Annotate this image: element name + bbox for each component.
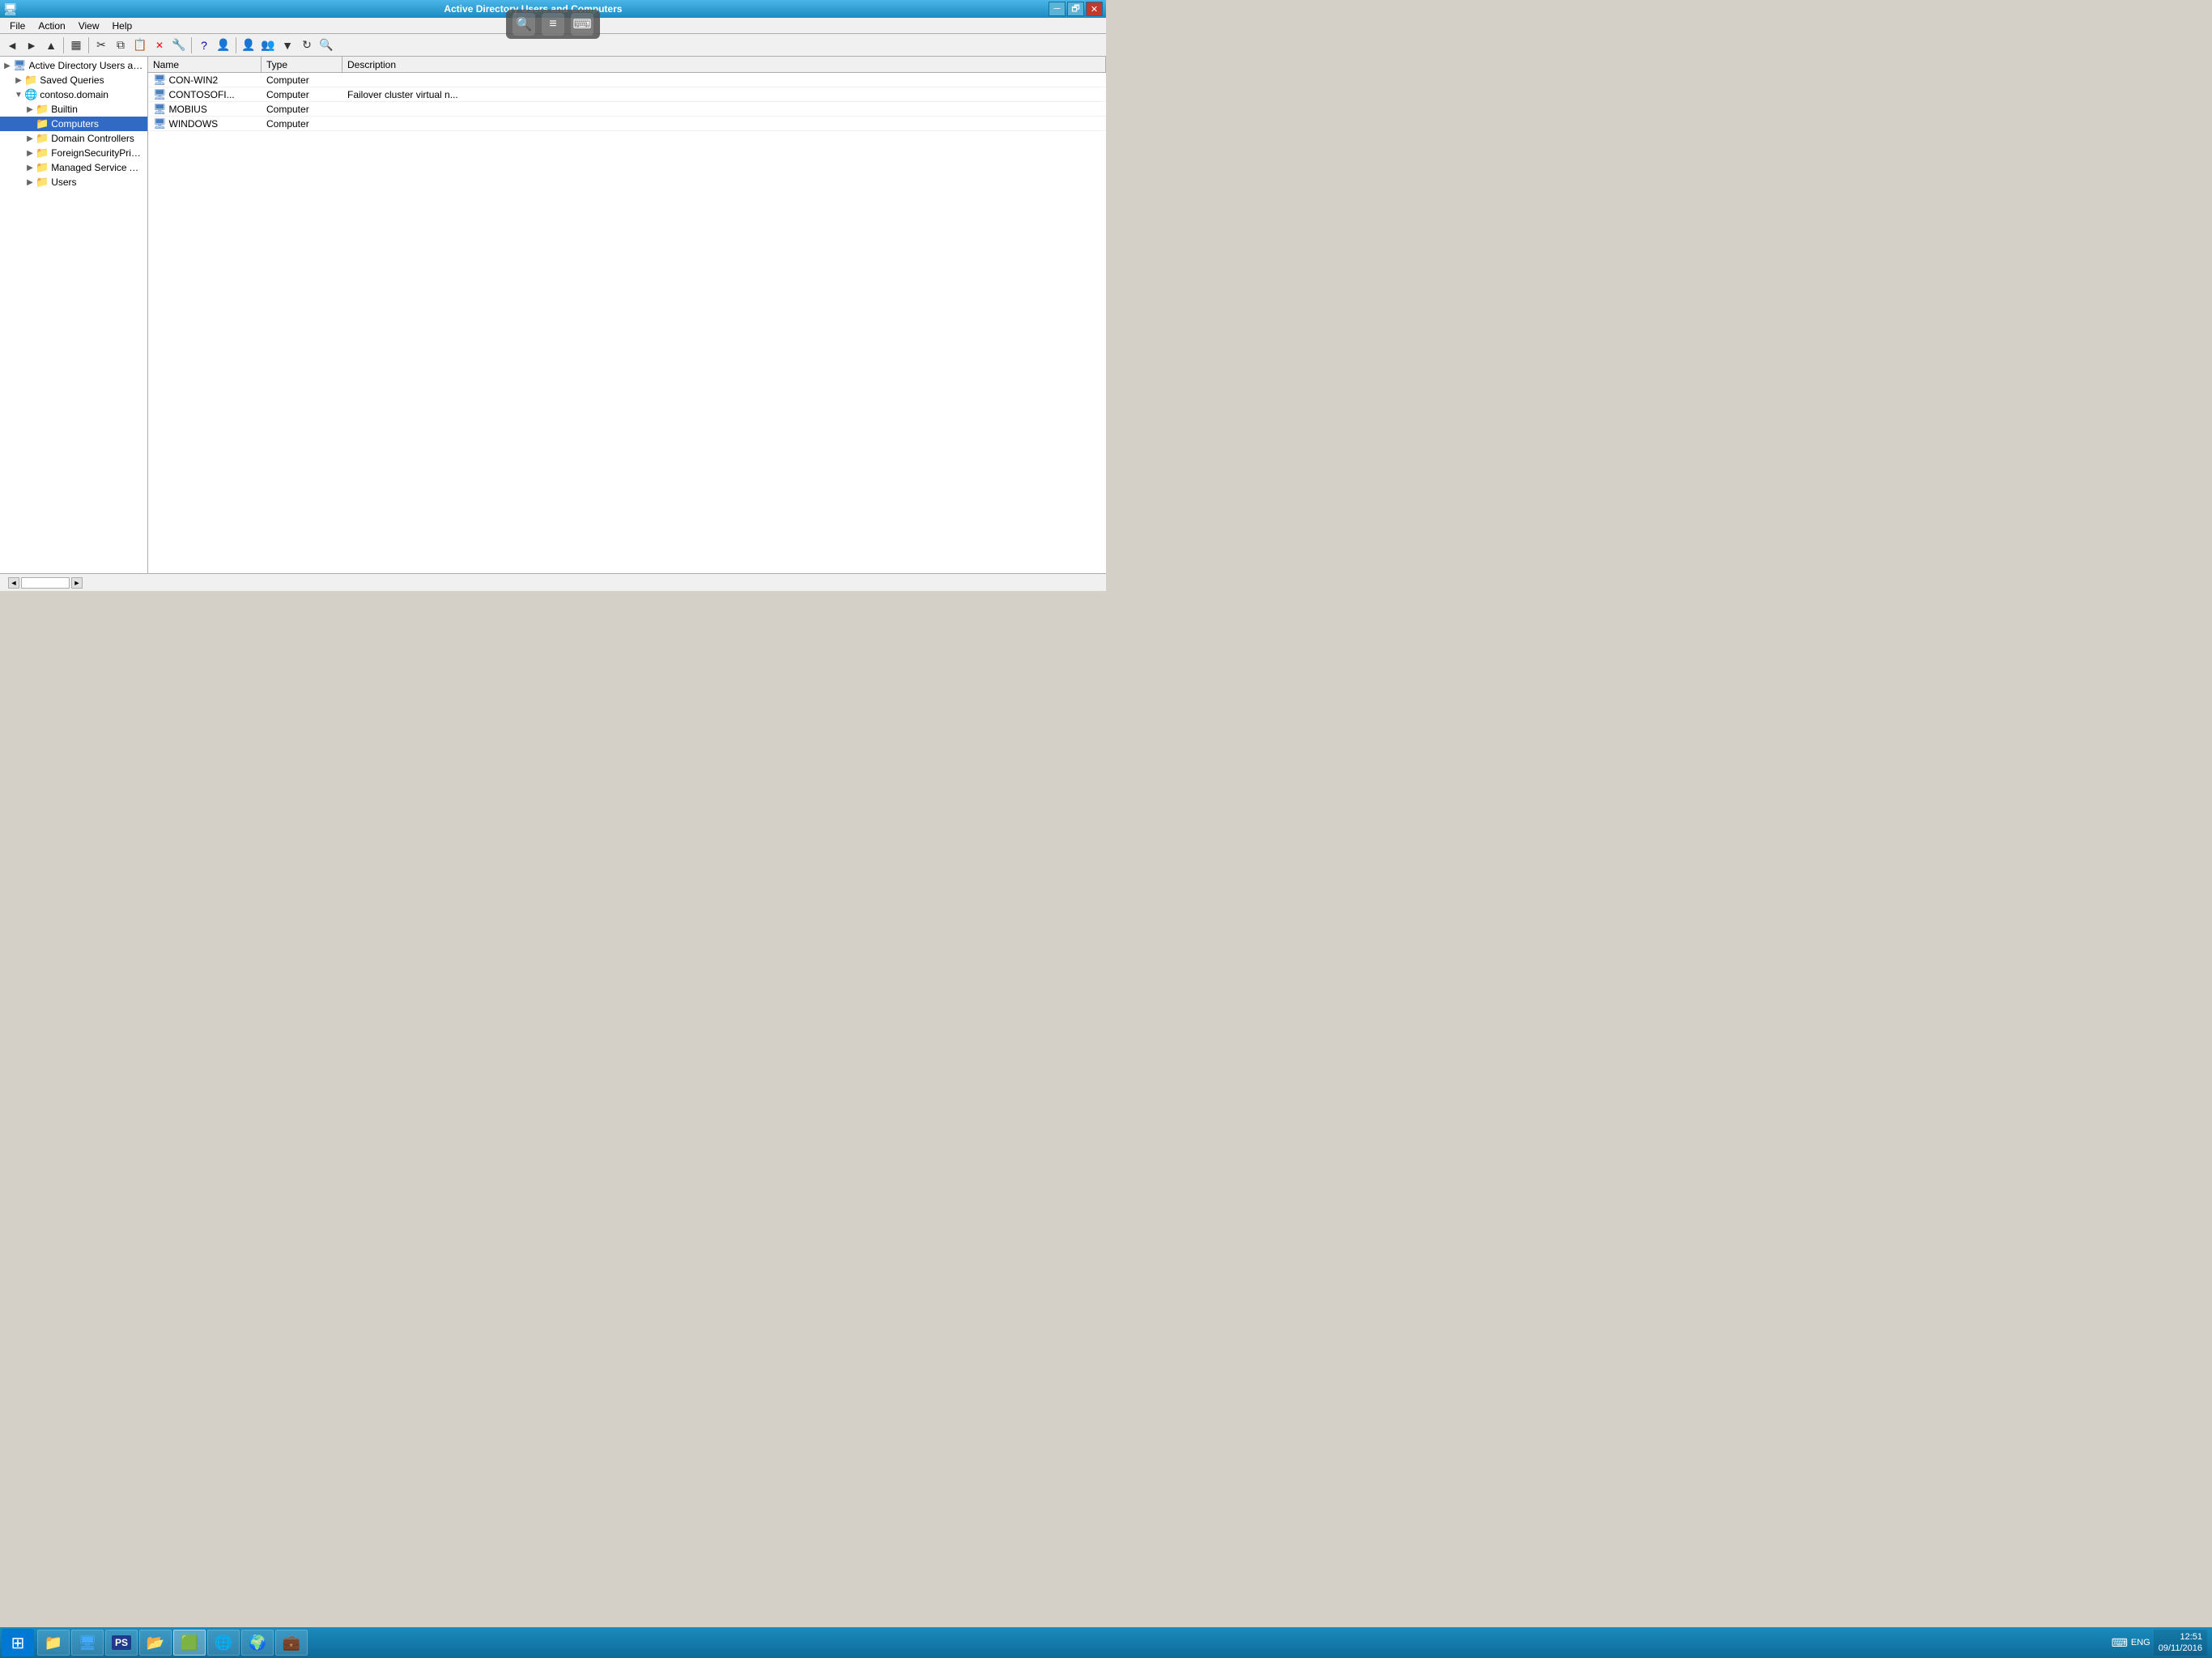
- expand-root: ▶: [2, 62, 13, 70]
- tree-item-computers[interactable]: 📁 Computers: [0, 117, 147, 131]
- toolbar-sep-2: [88, 37, 89, 53]
- toolbar-sep-3: [191, 37, 192, 53]
- cell-description: Failover cluster virtual n...: [342, 89, 1106, 100]
- delegate-button[interactable]: 👤: [215, 36, 232, 54]
- cell-type: Computer: [262, 104, 342, 115]
- domain-controllers-icon: 📁: [36, 132, 49, 145]
- tree-label-computers: Computers: [51, 118, 99, 130]
- menu-file[interactable]: File: [3, 19, 32, 33]
- status-bar: ◄ ►: [0, 573, 1106, 591]
- toolbar-sep-1: [63, 37, 64, 53]
- saved-queries-icon: 📁: [24, 74, 37, 87]
- forward-button[interactable]: ►: [23, 36, 40, 54]
- col-header-name[interactable]: Name: [148, 57, 262, 72]
- show-standard-button[interactable]: ▦: [67, 36, 85, 54]
- new-user-button[interactable]: 👤: [240, 36, 257, 54]
- tree-item-contoso[interactable]: ▼ 🌐 contoso.domain: [0, 87, 147, 102]
- cell-name: 🖥 WINDOWS: [148, 117, 262, 130]
- new-group-button[interactable]: 👥: [259, 36, 277, 54]
- zoom-search-btn[interactable]: 🔍: [513, 13, 535, 36]
- expand-domain-controllers: ▶: [24, 134, 36, 143]
- col-header-description[interactable]: Description: [342, 57, 1106, 72]
- close-button[interactable]: ✕: [1086, 2, 1103, 16]
- minimize-button[interactable]: ─: [1049, 2, 1066, 16]
- tree-item-users[interactable]: ▶ 📁 Users: [0, 175, 147, 189]
- restore-button[interactable]: 🗗: [1067, 2, 1084, 16]
- cut-button[interactable]: ✂: [92, 36, 110, 54]
- copy-button[interactable]: ⧉: [112, 36, 130, 54]
- delete-button[interactable]: ✕: [151, 36, 168, 54]
- zoom-keyboard-btn[interactable]: ⌨: [571, 13, 593, 36]
- tree-label-domain-controllers: Domain Controllers: [51, 133, 134, 144]
- expand-users: ▶: [24, 178, 36, 187]
- up-button[interactable]: ▲: [42, 36, 60, 54]
- window-controls: ─ 🗗 ✕: [1049, 2, 1103, 16]
- menu-help[interactable]: Help: [106, 19, 139, 33]
- tree-label-root: Active Directory Users and Com: [29, 60, 144, 71]
- paste-button[interactable]: 📋: [131, 36, 149, 54]
- cell-name: 🖥 MOBIUS: [148, 103, 262, 116]
- computers-icon: 📁: [36, 117, 49, 130]
- expand-contoso: ▼: [13, 91, 24, 100]
- tree-label-users: Users: [51, 176, 76, 188]
- menu-view[interactable]: View: [72, 19, 106, 33]
- expand-saved-queries: ▶: [13, 76, 24, 85]
- table-row[interactable]: 🖥 CON-WIN2 Computer: [148, 73, 1106, 87]
- scroll-left-btn[interactable]: ◄: [8, 577, 19, 589]
- app-icon: 🖥: [3, 2, 18, 16]
- refresh-button[interactable]: ↻: [298, 36, 316, 54]
- tree-label-builtin: Builtin: [51, 104, 78, 115]
- computer-icon: 🖥: [153, 74, 167, 87]
- tree-item-managed-service[interactable]: ▶ 📁 Managed Service Accoun: [0, 160, 147, 175]
- tree-item-foreign-security[interactable]: ▶ 📁 ForeignSecurityPrincipals: [0, 146, 147, 160]
- main-area: ▶ 🖥 Active Directory Users and Com ▶ 📁 S…: [0, 57, 1106, 573]
- find-button[interactable]: 🔍: [317, 36, 335, 54]
- tree-label-managed-service: Managed Service Accoun: [51, 162, 144, 173]
- foreign-security-icon: 📁: [36, 147, 49, 159]
- scroll-indicator: [21, 577, 70, 589]
- content-panel: Name Type Description 🖥 CON-WIN2 Compute…: [148, 57, 1106, 573]
- cell-name: 🖥 CON-WIN2: [148, 74, 262, 87]
- computer-icon: 🖥: [153, 88, 167, 101]
- contoso-icon: 🌐: [24, 88, 37, 101]
- filter-button[interactable]: ▼: [279, 36, 296, 54]
- table-row[interactable]: 🖥 WINDOWS Computer: [148, 117, 1106, 131]
- list-header: Name Type Description: [148, 57, 1106, 73]
- tree-panel: ▶ 🖥 Active Directory Users and Com ▶ 📁 S…: [0, 57, 148, 573]
- tree-item-domain-controllers[interactable]: ▶ 📁 Domain Controllers: [0, 131, 147, 146]
- tree-label-foreign-security: ForeignSecurityPrincipals: [51, 147, 144, 159]
- col-header-type[interactable]: Type: [262, 57, 342, 72]
- root-icon: 🖥: [13, 59, 27, 72]
- tree-label-contoso: contoso.domain: [40, 89, 108, 100]
- expand-builtin: ▶: [24, 105, 36, 114]
- expand-foreign-security: ▶: [24, 149, 36, 158]
- cell-type: Computer: [262, 118, 342, 130]
- computer-icon: 🖥: [153, 103, 167, 116]
- users-icon: 📁: [36, 176, 49, 189]
- properties-button[interactable]: 🔧: [170, 36, 188, 54]
- zoom-menu-btn[interactable]: ≡: [542, 13, 564, 36]
- back-button[interactable]: ◄: [3, 36, 21, 54]
- managed-service-icon: 📁: [36, 161, 49, 174]
- tree-item-root[interactable]: ▶ 🖥 Active Directory Users and Com: [0, 58, 147, 73]
- scroll-right-btn[interactable]: ►: [71, 577, 83, 589]
- help-toolbar-button[interactable]: ?: [195, 36, 213, 54]
- cell-type: Computer: [262, 74, 342, 86]
- scroll-controls: ◄ ►: [8, 577, 83, 589]
- table-row[interactable]: 🖥 MOBIUS Computer: [148, 102, 1106, 117]
- tree-item-saved-queries[interactable]: ▶ 📁 Saved Queries: [0, 73, 147, 87]
- cell-name: 🖥 CONTOSOFI...: [148, 88, 262, 101]
- menu-action[interactable]: Action: [32, 19, 71, 33]
- zoom-overlay: 🔍 ≡ ⌨: [506, 10, 600, 39]
- cell-type: Computer: [262, 89, 342, 100]
- builtin-icon: 📁: [36, 103, 49, 116]
- computer-icon: 🖥: [153, 117, 167, 130]
- tree-label-saved-queries: Saved Queries: [40, 74, 104, 86]
- table-row[interactable]: 🖥 CONTOSOFI... Computer Failover cluster…: [148, 87, 1106, 102]
- tree-item-builtin[interactable]: ▶ 📁 Builtin: [0, 102, 147, 117]
- expand-managed-service: ▶: [24, 164, 36, 172]
